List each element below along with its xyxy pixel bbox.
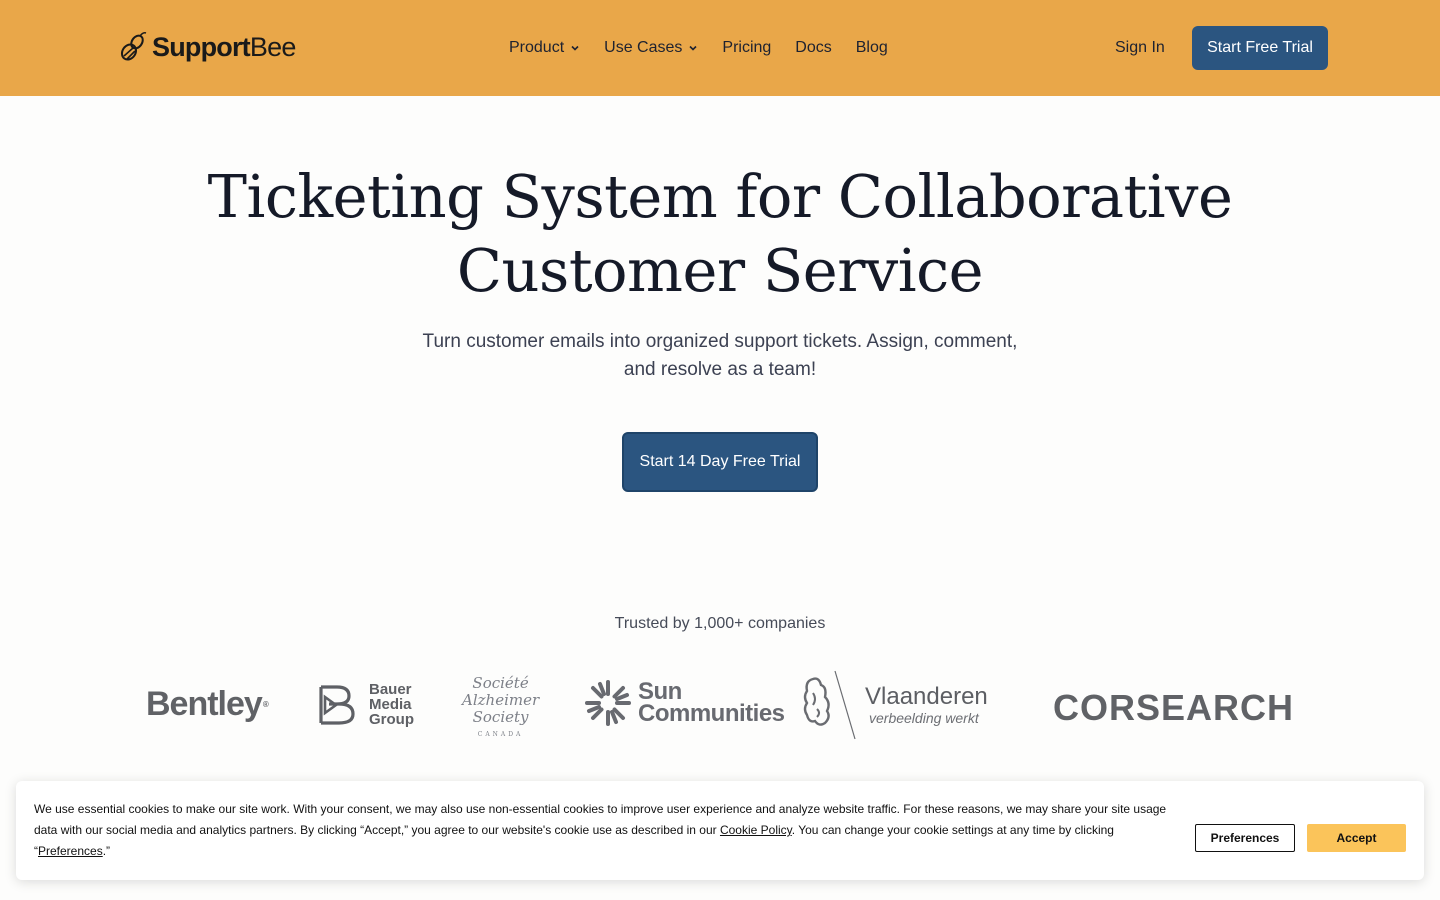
nav-item-use-cases[interactable]: Use Cases bbox=[604, 36, 698, 60]
bauer-media-group-logo: Bauer Media Group bbox=[319, 682, 414, 727]
sun-icon bbox=[585, 680, 631, 726]
nav-item-label: Blog bbox=[855, 39, 888, 56]
nav-item-product[interactable]: Product bbox=[509, 36, 580, 60]
preferences-link[interactable]: Preferences bbox=[38, 844, 103, 858]
nav-item-pricing[interactable]: Pricing bbox=[722, 36, 771, 60]
alzheimer-society-logo: Société Alzheimer Society CANADA bbox=[462, 674, 540, 739]
logo-wordmark: SupportBee bbox=[152, 32, 296, 62]
trusted-by-label: Trusted by 1,000+ companies bbox=[614, 615, 826, 632]
cookie-banner: We use essential cookies to make our sit… bbox=[16, 781, 1424, 880]
cookie-preferences-button[interactable]: Preferences bbox=[1195, 824, 1295, 852]
corsearch-logo: CORSEARCH bbox=[1053, 687, 1295, 728]
hero-title: Ticketing System for Collaborative Custo… bbox=[207, 162, 1233, 305]
nav-item-blog[interactable]: Blog bbox=[856, 36, 888, 60]
bentley-logo: Bentley ® bbox=[146, 685, 269, 723]
cookie-accept-button[interactable]: Accept bbox=[1307, 824, 1406, 852]
sign-in-link[interactable]: Sign In bbox=[1115, 36, 1165, 60]
chevron-down-icon bbox=[689, 45, 697, 51]
nav-item-label: Pricing bbox=[722, 39, 772, 56]
start-14-day-trial-button[interactable]: Start 14 Day Free Trial bbox=[622, 432, 818, 492]
bee-icon bbox=[120, 32, 147, 61]
vlaanderen-logo: Vlaanderen verbeelding werkt bbox=[801, 669, 988, 741]
start-free-trial-button[interactable]: Start Free Trial bbox=[1192, 26, 1328, 70]
hero-subtitle: Turn customer emails into organized supp… bbox=[422, 331, 1018, 380]
supportbee-logo[interactable]: SupportBee bbox=[118, 30, 296, 64]
main-nav: Product Use Cases Pricing Docs Blog bbox=[509, 36, 888, 60]
chevron-down-icon bbox=[571, 45, 579, 51]
customer-logos: Bentley ® Bauer Media Group Société Alzhe… bbox=[0, 665, 1440, 745]
bauer-b-icon bbox=[319, 684, 355, 725]
site-header: SupportBee Product Use Cases Pricing Doc… bbox=[0, 0, 1440, 96]
nav-item-label: Product bbox=[509, 39, 565, 56]
nav-item-docs[interactable]: Docs bbox=[795, 36, 831, 60]
flemish-lion-icon bbox=[803, 670, 856, 740]
cookie-message: We use essential cookies to make our sit… bbox=[34, 802, 1167, 858]
nav-item-label: Use Cases bbox=[604, 39, 683, 56]
cookie-policy-link[interactable]: Cookie Policy bbox=[720, 823, 792, 837]
sun-communities-logo: Sun Communities bbox=[584, 679, 785, 727]
nav-item-label: Docs bbox=[795, 39, 832, 56]
